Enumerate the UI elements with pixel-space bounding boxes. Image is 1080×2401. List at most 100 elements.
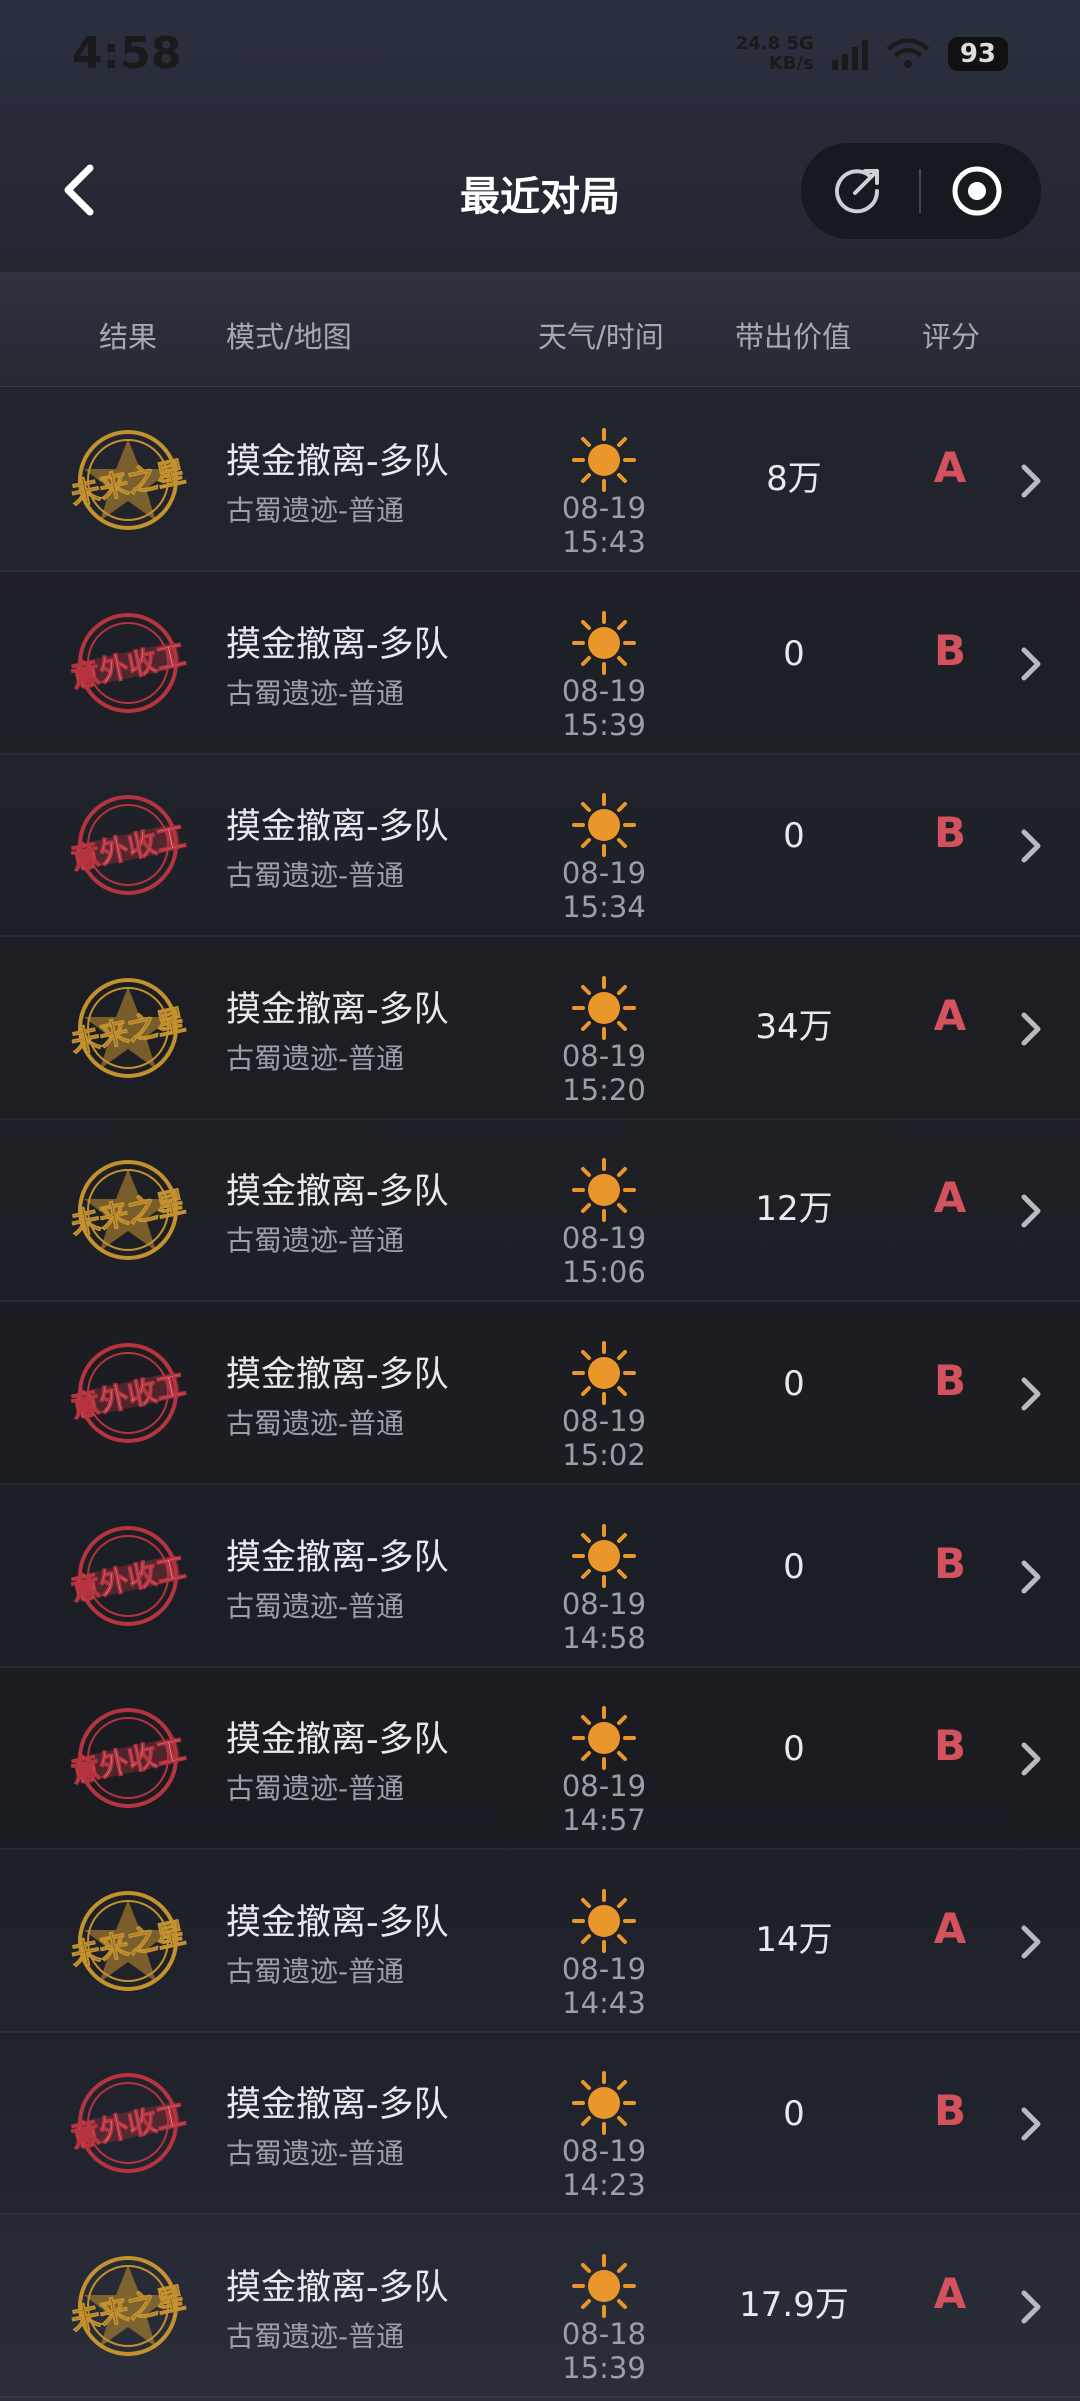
unexpected-end-badge-icon: 意外收工 — [68, 1525, 188, 1626]
sunny-weather-icon — [572, 1158, 636, 1223]
chevron-right-icon[interactable] — [1018, 1191, 1044, 1231]
match-map: 古蜀遗迹-普通 — [226, 2137, 405, 2171]
match-mode: 摸金撤离-多队 — [226, 442, 449, 482]
network-speed-unit: KB/s — [768, 53, 814, 74]
match-map: 古蜀遗迹-普通 — [226, 1407, 405, 1440]
match-grade: A — [933, 1173, 967, 1223]
close-target-icon[interactable] — [949, 163, 1005, 219]
match-grade: B — [933, 1356, 966, 1405]
unexpected-end-badge-icon: 意外收工 — [68, 1343, 188, 1443]
match-time: 08-19 15:02 — [561, 1404, 647, 1472]
extracted-value: 0 — [783, 1729, 805, 1770]
match-row[interactable]: 意外收工 摸金撤离-多队 古蜀遗迹-普通 08-19 15:02 0 B — [0, 1302, 1080, 1485]
future-star-badge-icon: 未来之星 — [68, 430, 188, 530]
signal-icon — [831, 38, 868, 70]
chevron-right-icon[interactable] — [1018, 2104, 1044, 2144]
match-mode: 摸金撤离-多队 — [226, 2268, 449, 2308]
match-row[interactable]: 未来之星 摸金撤离-多队 古蜀遗迹-普通 08-19 15:06 12万 A — [0, 1119, 1080, 1303]
network-type: 5G — [786, 33, 814, 54]
share-icon[interactable] — [831, 163, 887, 219]
match-time: 08-19 15:39 — [561, 673, 647, 742]
future-star-badge-icon: 未来之星 — [68, 2256, 188, 2356]
sunny-weather-icon — [572, 2071, 636, 2136]
match-grade: A — [933, 2269, 967, 2318]
chevron-right-icon[interactable] — [1018, 1557, 1044, 1597]
sunny-weather-icon — [572, 1341, 636, 1405]
chevron-right-icon[interactable] — [1018, 644, 1044, 684]
match-time: 08-19 15:34 — [561, 856, 647, 925]
match-grade: B — [933, 2086, 966, 2136]
sunny-weather-icon — [572, 1706, 636, 1771]
chevron-right-icon[interactable] — [1018, 1922, 1044, 1962]
match-row[interactable]: 意外收工 摸金撤离-多队 古蜀遗迹-普通 08-19 14:23 0 B — [0, 2032, 1080, 2216]
match-time: 08-19 14:57 — [561, 1769, 647, 1838]
extracted-value: 0 — [783, 816, 805, 857]
col-value: 带出价值 — [735, 320, 852, 354]
match-mode: 摸金撤离-多队 — [226, 1720, 449, 1761]
chevron-right-icon[interactable] — [1018, 826, 1044, 866]
status-time: 4:58 — [72, 28, 182, 79]
match-time: 08-19 15:43 — [561, 491, 647, 559]
match-map: 古蜀遗迹-普通 — [226, 1954, 405, 1988]
match-grade: B — [933, 625, 966, 675]
col-weather-time: 天气/时间 — [538, 320, 664, 354]
match-map: 古蜀遗迹-普通 — [226, 2320, 405, 2353]
sunny-weather-icon — [572, 2254, 636, 2318]
chevron-right-icon[interactable] — [1018, 1739, 1044, 1779]
match-mode: 摸金撤离-多队 — [226, 2085, 449, 2126]
extracted-value: 0 — [783, 633, 805, 674]
match-time: 08-19 15:20 — [561, 1038, 647, 1107]
sunny-weather-icon — [572, 428, 636, 492]
match-mode: 摸金撤离-多队 — [226, 989, 449, 1030]
col-score: 评分 — [922, 320, 981, 354]
extracted-value: 34万 — [755, 1006, 833, 1047]
match-map: 古蜀遗迹-普通 — [226, 494, 405, 527]
extracted-value: 0 — [783, 1546, 805, 1587]
match-grade: A — [933, 1903, 967, 1953]
match-mode: 摸金撤离-多队 — [226, 1902, 449, 1943]
match-row[interactable]: 意外收工 摸金撤离-多队 古蜀遗迹-普通 08-19 15:34 0 B — [0, 754, 1080, 938]
match-mode: 摸金撤离-多队 — [226, 624, 449, 665]
chevron-right-icon[interactable] — [1018, 1009, 1044, 1049]
match-row[interactable]: 意外收工 摸金撤离-多队 古蜀遗迹-普通 08-19 15:39 0 B — [0, 571, 1080, 755]
extracted-value: 8万 — [766, 459, 822, 499]
match-time: 08-18 15:39 — [561, 2317, 647, 2385]
status-icons: 24.8 5G KB/s 93 — [736, 34, 1008, 74]
match-map: 古蜀遗迹-普通 — [226, 1772, 405, 1806]
match-row[interactable]: 未来之星 摸金撤离-多队 古蜀遗迹-普通 08-19 15:43 8万 A — [0, 389, 1080, 572]
match-mode: 摸金撤离-多队 — [226, 807, 449, 848]
match-row[interactable]: 意外收工 摸金撤离-多队 古蜀遗迹-普通 08-19 14:57 0 B — [0, 1667, 1080, 1851]
sunny-weather-icon — [572, 1523, 636, 1588]
match-time: 08-19 14:23 — [561, 2134, 647, 2203]
match-map: 古蜀遗迹-普通 — [226, 1224, 405, 1258]
network-speed: 24.8 5G KB/s — [736, 34, 814, 74]
match-mode: 摸金撤离-多队 — [226, 1537, 449, 1578]
extracted-value: 0 — [783, 1364, 805, 1404]
chevron-right-icon[interactable] — [1018, 2287, 1044, 2327]
match-time: 08-19 15:06 — [561, 1221, 647, 1290]
match-map: 古蜀遗迹-普通 — [226, 1041, 405, 1075]
match-time: 08-19 14:43 — [561, 1951, 647, 2020]
extracted-value: 0 — [783, 2094, 805, 2135]
unexpected-end-badge-icon: 意外收工 — [68, 1708, 188, 1809]
battery-indicator: 93 — [947, 37, 1008, 71]
unexpected-end-badge-icon: 意外收工 — [68, 612, 188, 713]
sunny-weather-icon — [572, 975, 636, 1040]
mini-program-capsule — [800, 142, 1042, 240]
match-grade: B — [933, 808, 966, 858]
chevron-right-icon[interactable] — [1018, 1374, 1044, 1414]
match-mode: 摸金撤离-多队 — [226, 1172, 449, 1213]
match-grade: A — [933, 443, 967, 492]
unexpected-end-badge-icon: 意外收工 — [68, 795, 188, 896]
match-map: 古蜀遗迹-普通 — [226, 676, 405, 710]
sunny-weather-icon — [572, 793, 636, 858]
match-grade: B — [933, 1721, 966, 1771]
match-row[interactable]: 未来之星 摸金撤离-多队 古蜀遗迹-普通 08-18 15:39 17.9万 A — [0, 2215, 1080, 2398]
match-row[interactable]: 未来之星 摸金撤离-多队 古蜀遗迹-普通 08-19 15:20 34万 A — [0, 936, 1080, 1120]
network-speed-value: 24.8 — [735, 33, 781, 54]
chevron-right-icon[interactable] — [1018, 461, 1044, 501]
col-result: 结果 — [99, 320, 158, 354]
match-row[interactable]: 意外收工 摸金撤离-多队 古蜀遗迹-普通 08-19 14:58 0 B — [0, 1485, 1080, 1668]
match-map: 古蜀遗迹-普通 — [226, 859, 405, 893]
match-row[interactable]: 未来之星 摸金撤离-多队 古蜀遗迹-普通 08-19 14:43 14万 A — [0, 1850, 1080, 2033]
